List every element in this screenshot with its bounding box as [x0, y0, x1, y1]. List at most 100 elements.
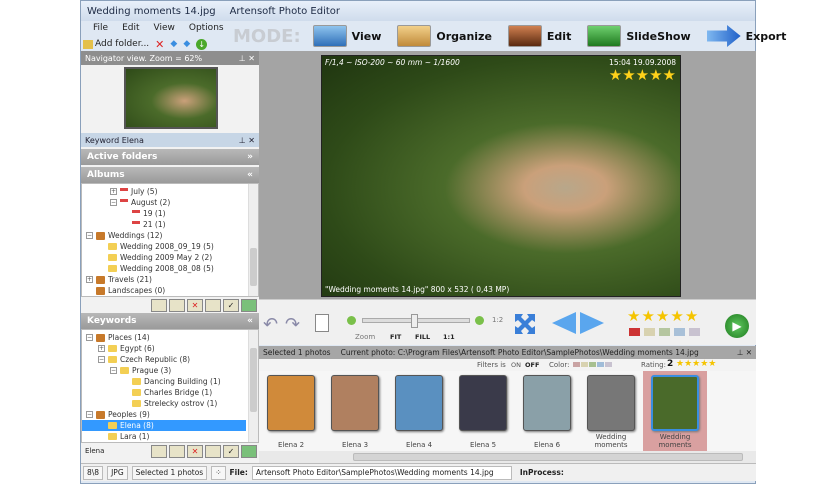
photo-viewer[interactable]: F/1,4 ~ ISO-200 ~ 60 mm ~ 1/1600 15:04 1…	[259, 51, 756, 299]
tree-item[interactable]: + Egypt (6)	[82, 343, 258, 354]
check-button[interactable]: ✓	[223, 444, 239, 458]
mode-view-button[interactable]: View	[312, 25, 381, 47]
color-blue[interactable]	[674, 328, 685, 336]
tree-item[interactable]: Wedding 2009 May 2 (2)	[82, 252, 258, 263]
remove-button[interactable]: ✕	[187, 298, 203, 312]
add-album-button[interactable]	[151, 298, 167, 312]
expand-icon[interactable]: +	[86, 276, 93, 283]
thumbnail[interactable]: Elena 2	[259, 371, 323, 451]
tree-item[interactable]: 19 (1)	[82, 208, 258, 219]
star-icon[interactable]: ★	[656, 309, 669, 324]
color-filter[interactable]	[573, 362, 612, 367]
collapse-icon[interactable]: −	[110, 367, 117, 374]
mode-edit-button[interactable]: Edit	[507, 25, 571, 47]
tree-item[interactable]: Dancing Building (1)	[82, 376, 258, 387]
tree-item[interactable]: − Peoples (9)	[82, 409, 258, 420]
thumbnail-scrollbar[interactable]	[259, 451, 756, 463]
filter-off-toggle[interactable]: OFF	[525, 361, 539, 369]
next-photo-icon[interactable]	[580, 312, 604, 334]
rotate-right-icon[interactable]: ↷	[285, 314, 300, 335]
thumbnail[interactable]: Elena 4	[387, 371, 451, 451]
previous-photo-icon[interactable]	[552, 312, 576, 334]
back-icon[interactable]: ◆	[170, 39, 177, 49]
keywords-tree[interactable]: − Places (14) + Egypt (6) − Czech Republic (8…	[81, 329, 259, 443]
pin-icon[interactable]: ⊥ ✕	[737, 348, 752, 357]
albums-header[interactable]: Albums «	[81, 167, 259, 183]
tree-item[interactable]: − Places (14)	[82, 332, 258, 343]
mode-slideshow-button[interactable]: SlideShow	[587, 25, 691, 47]
filter-on-toggle[interactable]: ON	[511, 361, 521, 369]
tree-item[interactable]: 21 (1)	[82, 219, 258, 230]
zoom-slider[interactable]	[362, 314, 470, 328]
menu-edit[interactable]: Edit	[122, 23, 139, 33]
color-red[interactable]	[629, 328, 640, 336]
rating-filter-value[interactable]: 2	[667, 359, 673, 369]
collapse-icon[interactable]: −	[98, 356, 105, 363]
tree-item[interactable]: Wedding 2008_08_08 (5)	[82, 263, 258, 274]
rating-stars[interactable]: ★ ★ ★ ★ ★	[627, 309, 698, 324]
tree-item[interactable]: − Weddings (12)	[82, 230, 258, 241]
keywords-scrollbar[interactable]	[248, 330, 258, 442]
add-folder-button[interactable]	[169, 298, 185, 312]
color-yellow[interactable]	[644, 328, 655, 336]
add-folder-button[interactable]	[169, 444, 185, 458]
zoom-in-icon[interactable]	[475, 316, 484, 325]
tree-item[interactable]: Lara (1)	[82, 431, 258, 442]
tree-item[interactable]: + Travels (21)	[82, 274, 258, 285]
star-icon[interactable]: ★	[685, 309, 698, 324]
menu-file[interactable]: File	[93, 23, 108, 33]
thumbnail[interactable]: Elena 6	[515, 371, 579, 451]
collapse-icon[interactable]: −	[86, 411, 93, 418]
close-icon[interactable]: ✕	[248, 54, 255, 63]
color-green[interactable]	[659, 328, 670, 336]
tree-item[interactable]: Charles Bridge (1)	[82, 387, 258, 398]
tree-item[interactable]: − August (2)	[82, 197, 258, 208]
thumbnail[interactable]: Wedding moments	[579, 371, 643, 451]
pin-icon[interactable]: ⊥	[239, 54, 246, 63]
fullscreen-icon[interactable]	[515, 314, 535, 334]
star-icon[interactable]: ★	[641, 309, 654, 324]
mode-organize-button[interactable]: Organize	[397, 25, 492, 47]
expand-icon[interactable]: +	[110, 188, 117, 195]
download-icon[interactable]: ↓	[196, 38, 208, 50]
tree-item[interactable]: − Prague (3)	[82, 365, 258, 376]
sync-button[interactable]	[241, 298, 257, 312]
collapse-icon[interactable]: −	[86, 334, 93, 341]
pin-icon[interactable]: ⊥	[239, 136, 246, 145]
move-button[interactable]	[205, 444, 221, 458]
delete-icon[interactable]: ✕	[155, 38, 164, 51]
thumbnail[interactable]: Wedding moments	[643, 371, 707, 451]
fill-button[interactable]: FILL	[415, 333, 430, 341]
remove-button[interactable]: ✕	[187, 444, 203, 458]
actual-size-button[interactable]: 1:1	[443, 333, 455, 341]
zoom-out-icon[interactable]	[347, 316, 356, 325]
thumbnail-image[interactable]	[651, 375, 699, 431]
menu-view[interactable]: View	[154, 23, 175, 33]
thumbnail[interactable]: Elena 3	[323, 371, 387, 451]
tree-item[interactable]: + July (5)	[82, 186, 258, 197]
zoom-slider-thumb[interactable]	[410, 314, 418, 328]
play-slideshow-icon[interactable]: ▶	[725, 314, 749, 338]
tree-item[interactable]: Wedding 2008_09_19 (5)	[82, 241, 258, 252]
rating-filter-stars[interactable]: ★★★★★	[676, 359, 716, 369]
thumbnail-image[interactable]	[523, 375, 571, 431]
thumbnail[interactable]: Elena 5	[451, 371, 515, 451]
add-folder-button[interactable]: Add folder...	[83, 39, 149, 49]
tree-item[interactable]: Strelecky ostrov (1)	[82, 398, 258, 409]
rotate-left-icon[interactable]: ↶	[263, 314, 278, 335]
color-labels[interactable]	[629, 328, 700, 336]
thumbnail-image[interactable]	[267, 375, 315, 431]
keywords-header[interactable]: Keywords «	[81, 313, 259, 329]
info-icon[interactable]	[315, 314, 329, 332]
tree-item[interactable]: − Czech Republic (8)	[82, 354, 258, 365]
star-icon[interactable]: ★	[627, 309, 640, 324]
move-button[interactable]	[205, 298, 221, 312]
thumbnail-image[interactable]	[459, 375, 507, 431]
albums-tree[interactable]: + July (5) − August (2) 19 (1) 21 (1) − Wedding…	[81, 183, 259, 297]
forward-icon[interactable]: ◆	[183, 39, 190, 49]
active-folders-header[interactable]: Active folders»	[81, 149, 259, 165]
color-purple[interactable]	[689, 328, 700, 336]
check-button[interactable]: ✓	[223, 298, 239, 312]
collapse-icon[interactable]: −	[110, 199, 117, 206]
menu-options[interactable]: Options	[189, 23, 224, 33]
